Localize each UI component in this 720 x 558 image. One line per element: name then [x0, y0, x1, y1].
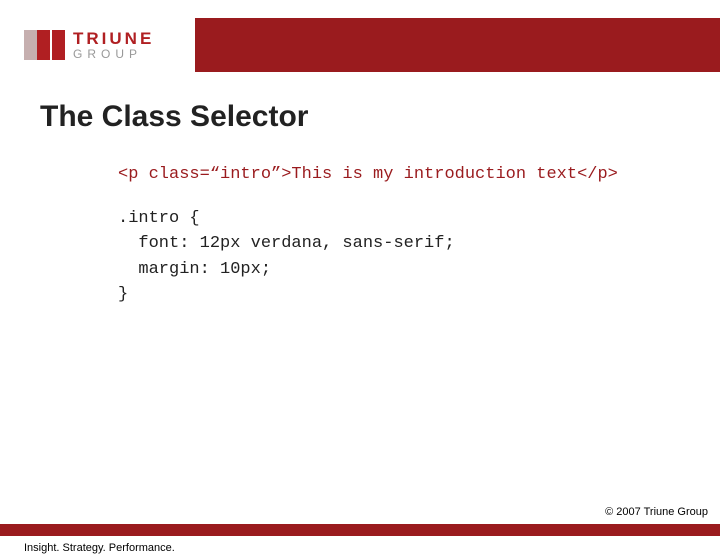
footer-tagline: Insight. Strategy. Performance.	[24, 542, 175, 554]
header-bar	[195, 18, 720, 72]
logo-title: TRIUNE	[73, 30, 154, 47]
logo-subtitle: GROUP	[73, 48, 154, 60]
logo-mark-icon	[24, 30, 65, 60]
logo: TRIUNE GROUP	[0, 18, 195, 72]
code-html-example: <p class=“intro”>This is my introduction…	[118, 162, 720, 188]
header: TRIUNE GROUP	[0, 18, 720, 72]
slide-title: The Class Selector	[40, 100, 720, 134]
footer-bar	[0, 524, 720, 536]
logo-text: TRIUNE GROUP	[73, 30, 154, 60]
code-css-example: .intro { font: 12px verdana, sans-serif;…	[118, 206, 720, 308]
slide-content: <p class=“intro”>This is my introduction…	[118, 162, 720, 308]
copyright-text: © 2007 Triune Group	[605, 506, 708, 518]
